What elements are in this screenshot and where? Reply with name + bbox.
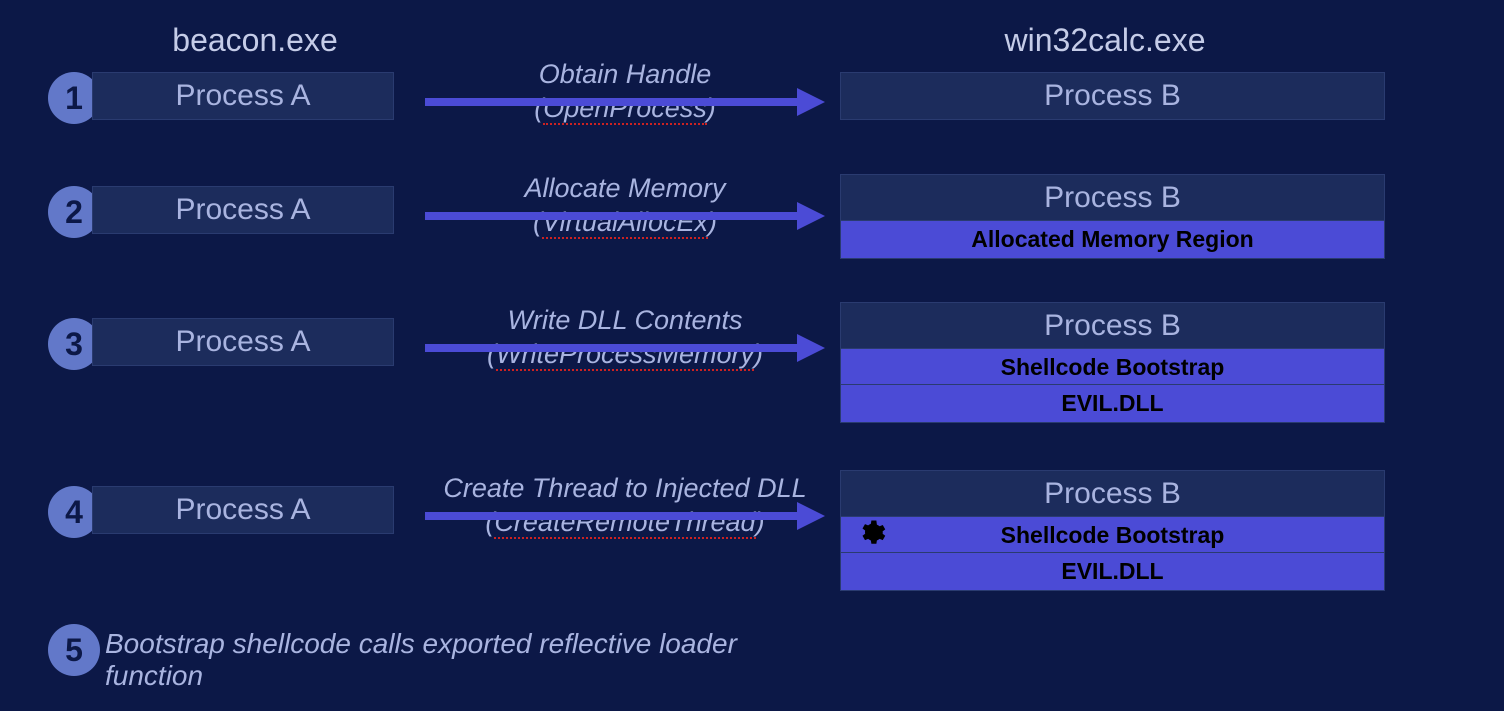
header-source: beacon.exe bbox=[130, 22, 380, 59]
step-3-label: Write DLL Contents (WriteProcessMemory) bbox=[425, 304, 825, 372]
step-4-label: Create Thread to Injected DLL (CreateRem… bbox=[425, 472, 825, 540]
step-1-process-b: Process B bbox=[840, 72, 1385, 120]
step-3-evil-dll: EVIL.DLL bbox=[840, 384, 1385, 423]
step-2-memory-region: Allocated Memory Region bbox=[840, 220, 1385, 259]
step-4-shellcode: Shellcode Bootstrap bbox=[840, 516, 1385, 555]
step-3-shellcode: Shellcode Bootstrap bbox=[840, 348, 1385, 387]
gear-icon bbox=[856, 518, 886, 548]
step-2-process-b: Process B bbox=[840, 174, 1385, 222]
step-5-number: 5 bbox=[48, 624, 100, 676]
step-3-process-a: Process A bbox=[92, 318, 394, 366]
step-4-evil-dll: EVIL.DLL bbox=[840, 552, 1385, 591]
step-3-process-b: Process B bbox=[840, 302, 1385, 350]
step-1-process-a: Process A bbox=[92, 72, 394, 120]
header-target: win32calc.exe bbox=[980, 22, 1230, 59]
step-3-arrow bbox=[425, 344, 805, 352]
step-2-arrow bbox=[425, 212, 805, 220]
step-2-process-a: Process A bbox=[92, 186, 394, 234]
step-4-process-a: Process A bbox=[92, 486, 394, 534]
step-4-arrow bbox=[425, 512, 805, 520]
step-4-process-b: Process B bbox=[840, 470, 1385, 518]
step-5-text: Bootstrap shellcode calls exported refle… bbox=[105, 628, 805, 692]
step-2-label: Allocate Memory (VirtualAllocEx) bbox=[425, 172, 825, 240]
step-1-arrow bbox=[425, 98, 805, 106]
step-1-label: Obtain Handle (OpenProcess) bbox=[425, 58, 825, 126]
